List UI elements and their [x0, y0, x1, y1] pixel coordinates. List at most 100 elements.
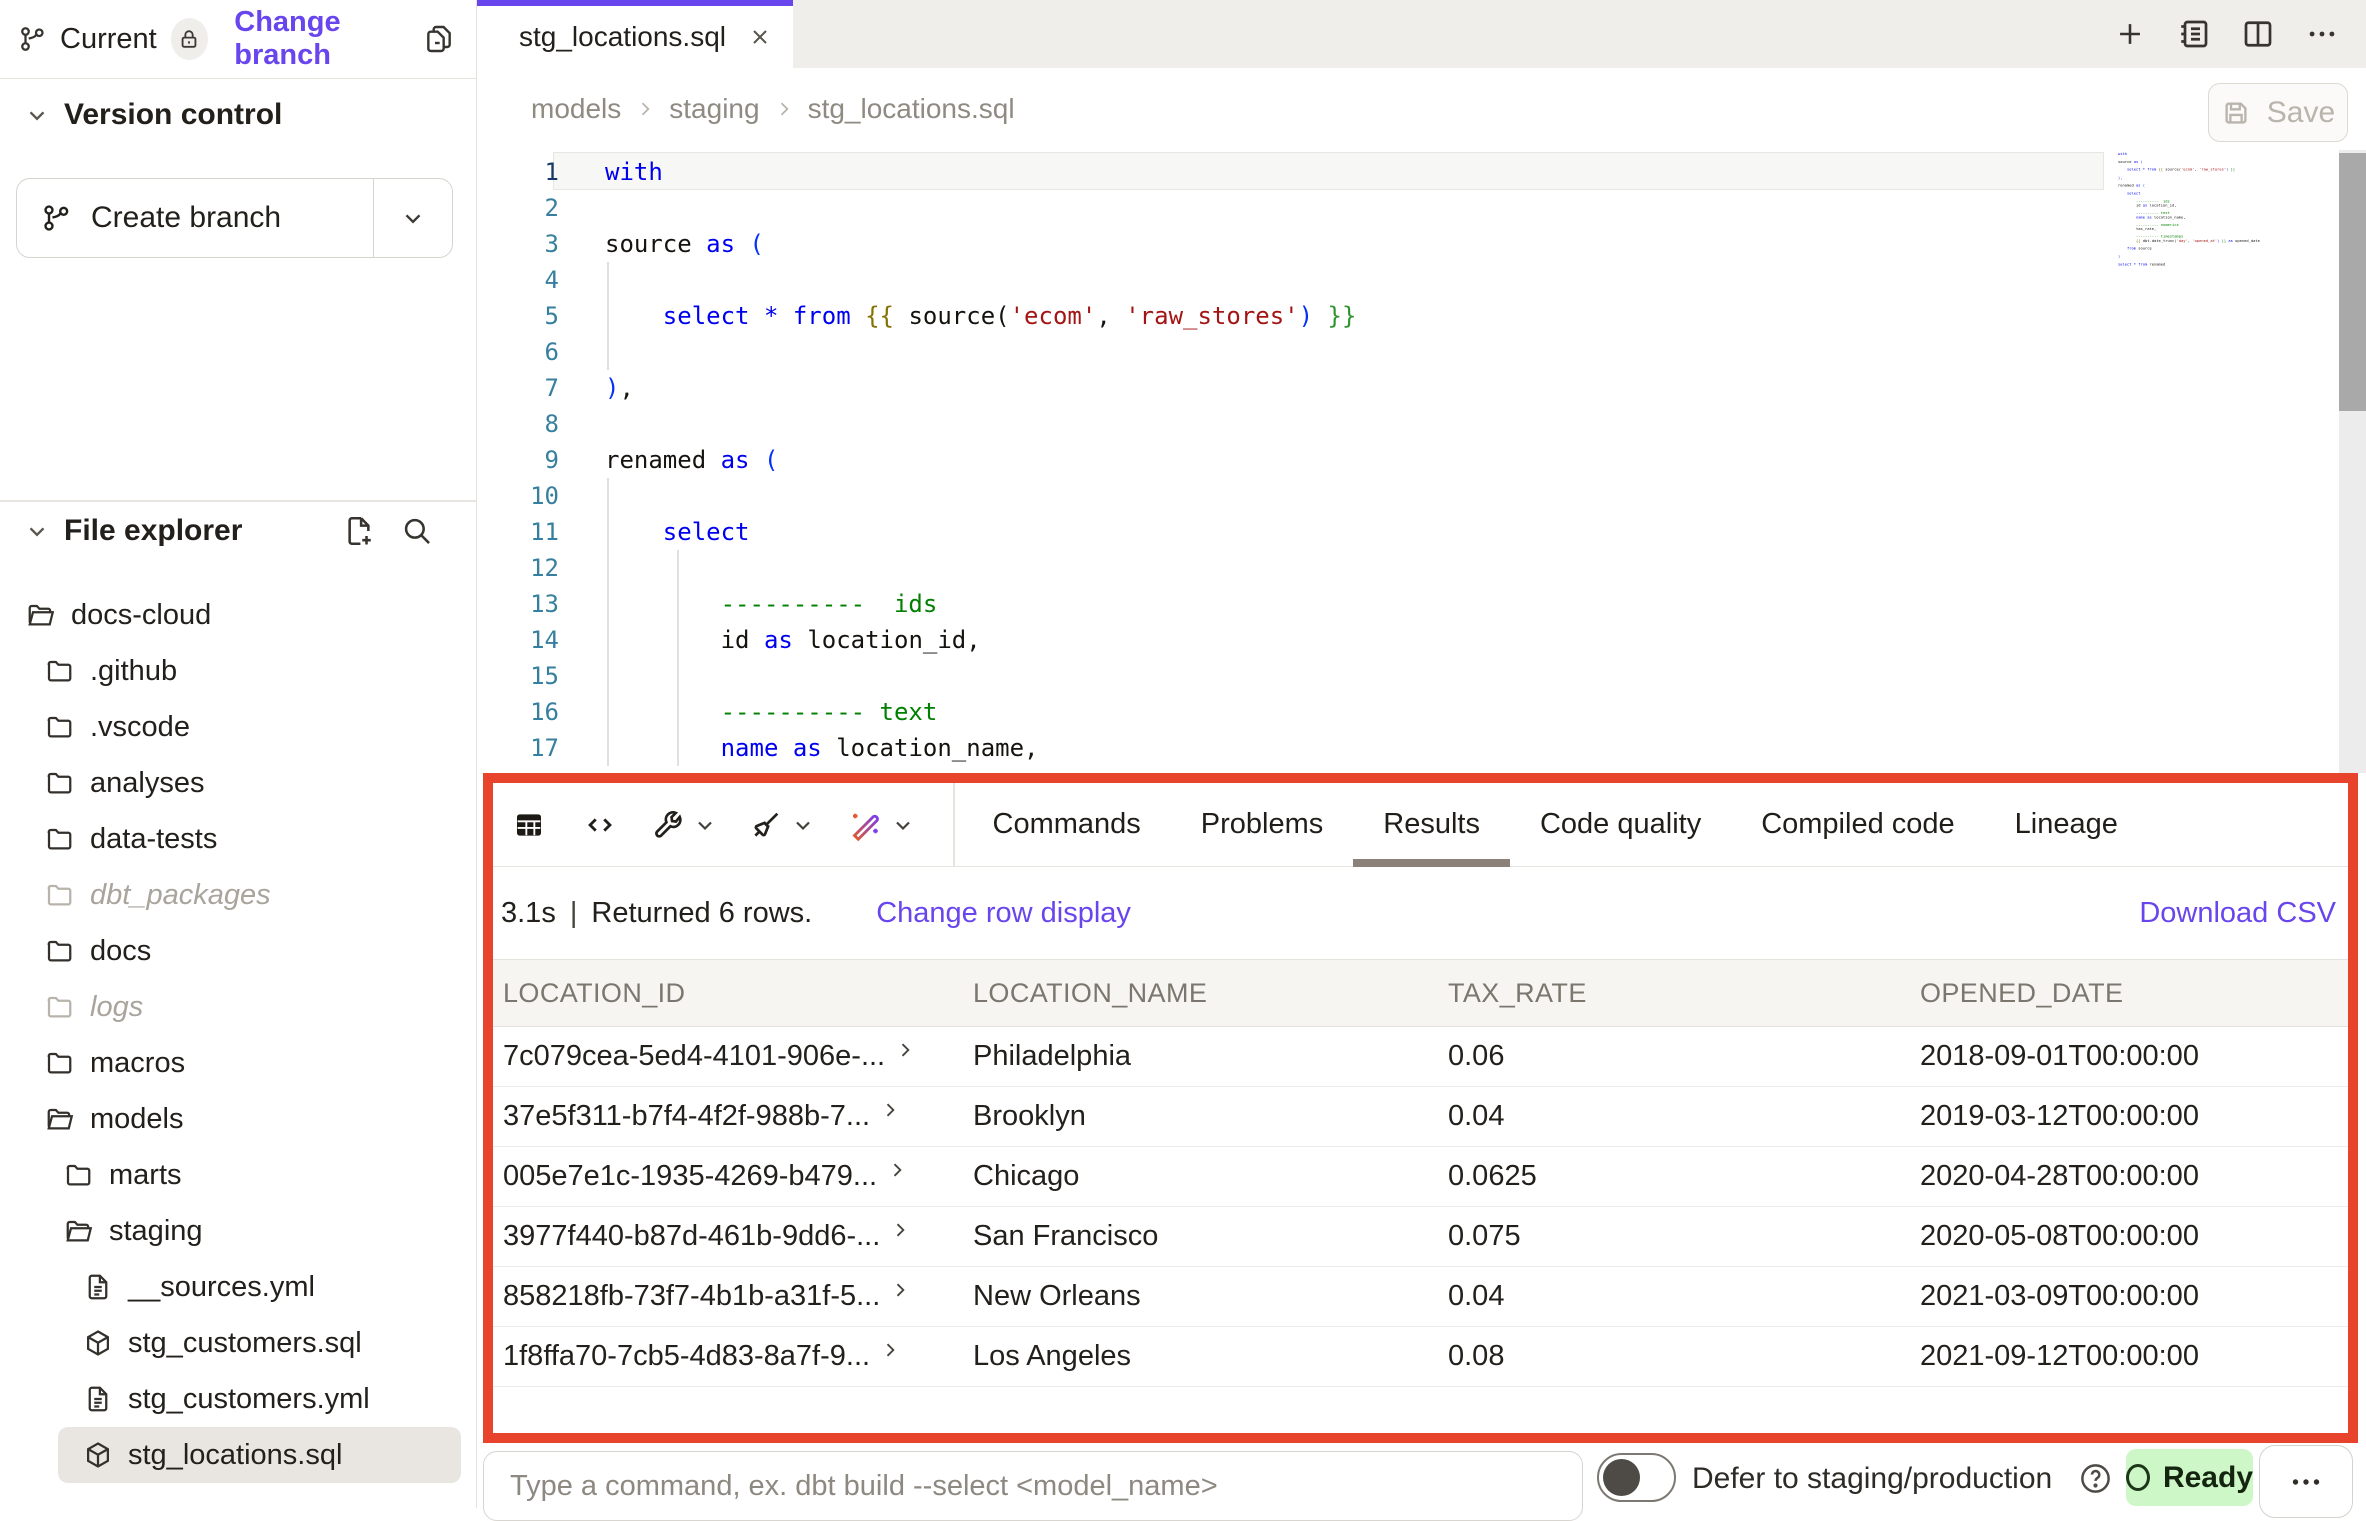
build-wrench-icon[interactable]	[651, 808, 685, 842]
tree-item-.vscode[interactable]: .vscode	[0, 699, 477, 755]
tree-item-logs[interactable]: logs	[0, 979, 477, 1035]
minimap[interactable]: with source as ( select * from {{ source…	[2118, 152, 2353, 412]
defer-toggle[interactable]	[1597, 1453, 1676, 1502]
info-separator: |	[570, 897, 578, 930]
expand-cell-icon[interactable]	[895, 1040, 915, 1060]
folder-icon	[45, 936, 75, 966]
cell-opened_date: 2020-04-28T00:00:00	[1920, 1160, 2348, 1193]
file-icon	[83, 1272, 113, 1302]
column-header-opened_date[interactable]: OPENED_DATE	[1920, 978, 2348, 1009]
column-header-tax_rate[interactable]: TAX_RATE	[1448, 978, 1920, 1009]
format-broom-icon[interactable]	[749, 808, 783, 842]
table-row[interactable]: 7c079cea-5ed4-4101-906e-...Philadelphia0…	[493, 1027, 2348, 1087]
help-icon[interactable]	[2078, 1461, 2113, 1496]
expand-cell-icon[interactable]	[890, 1220, 910, 1240]
tree-item-docs[interactable]: docs	[0, 923, 477, 979]
code-line: ),	[605, 370, 2085, 406]
tree-item-label: __sources.yml	[128, 1271, 315, 1304]
tree-item-macros[interactable]: macros	[0, 1035, 477, 1091]
cell-tax_rate: 0.06	[1448, 1040, 1920, 1073]
tree-item-label: .vscode	[90, 711, 190, 744]
table-row[interactable]: 3977f440-b87d-461b-9dd6-...San Francisco…	[493, 1207, 2348, 1267]
panel-tab-code-quality[interactable]: Code quality	[1510, 783, 1731, 867]
expand-cell-icon[interactable]	[890, 1280, 910, 1300]
tree-item-stg_locations.sql[interactable]: stg_locations.sql	[58, 1427, 461, 1483]
tree-item-models[interactable]: models	[0, 1091, 477, 1147]
breadcrumb-item[interactable]: models	[531, 93, 621, 125]
table-row[interactable]: 1f8ffa70-7cb5-4d83-8a7f-9...Los Angeles0…	[493, 1327, 2348, 1387]
table-row[interactable]: 858218fb-73f7-4b1b-a31f-5...New Orleans0…	[493, 1267, 2348, 1327]
code-content[interactable]: with source as ( select * from {{ source…	[605, 154, 2085, 766]
tree-item-stg_customers.yml[interactable]: stg_customers.yml	[0, 1371, 477, 1427]
tree-item-staging[interactable]: staging	[0, 1203, 477, 1259]
copy-icon[interactable]	[423, 23, 455, 55]
expand-cell-icon[interactable]	[887, 1160, 907, 1180]
tree-item-.github[interactable]: .github	[0, 643, 477, 699]
panel-tab-commands[interactable]: Commands	[963, 783, 1171, 867]
command-input[interactable]	[483, 1451, 1583, 1521]
search-icon[interactable]	[400, 514, 434, 548]
file-explorer-section[interactable]: File explorer	[24, 514, 454, 548]
git-branch-icon	[18, 24, 48, 54]
more-options-icon[interactable]	[2302, 14, 2342, 54]
change-row-display-link[interactable]: Change row display	[876, 897, 1131, 930]
compile-code-icon[interactable]	[583, 808, 617, 842]
row-summary: Returned 6 rows.	[591, 897, 812, 930]
table-row[interactable]: 005e7e1c-1935-4269-b479...Chicago0.06252…	[493, 1147, 2348, 1207]
cell-tax_rate: 0.08	[1448, 1340, 1920, 1373]
tree-item-marts[interactable]: marts	[0, 1147, 477, 1203]
column-header-location_name[interactable]: LOCATION_NAME	[973, 978, 1448, 1009]
tree-item-__sources.yml[interactable]: __sources.yml	[0, 1259, 477, 1315]
folder-open-icon	[64, 1216, 94, 1246]
create-branch-dropdown[interactable]	[373, 179, 452, 257]
tree-item-dbt_packages[interactable]: dbt_packages	[0, 867, 477, 923]
panel-tab-results[interactable]: Results	[1353, 783, 1510, 867]
new-tab-icon[interactable]	[2110, 14, 2150, 54]
chevron-down-icon[interactable]	[693, 813, 717, 837]
panel-tab-problems[interactable]: Problems	[1171, 783, 1354, 867]
code-line	[605, 262, 2085, 298]
table-row[interactable]: 37e5f311-b7f4-4f2f-988b-7...Brooklyn0.04…	[493, 1087, 2348, 1147]
code-editor[interactable]: 1234567891011121314151617 with source as…	[477, 150, 2366, 773]
expand-cell-icon[interactable]	[880, 1100, 900, 1120]
chevron-down-icon[interactable]	[891, 813, 915, 837]
create-branch-button[interactable]: Create branch	[16, 178, 453, 258]
line-number: 14	[477, 622, 559, 658]
tree-item-data-tests[interactable]: data-tests	[0, 811, 477, 867]
editor-scrollbar[interactable]	[2339, 150, 2366, 773]
new-file-icon[interactable]	[342, 514, 376, 548]
results-table-body: 7c079cea-5ed4-4101-906e-...Philadelphia0…	[493, 1027, 2348, 1387]
panel-tab-lineage[interactable]: Lineage	[1985, 783, 2148, 867]
cell-opened_date: 2020-05-08T00:00:00	[1920, 1220, 2348, 1253]
results-table-header: LOCATION_IDLOCATION_NAMETAX_RATEOPENED_D…	[493, 959, 2348, 1027]
cell-location_id: 37e5f311-b7f4-4f2f-988b-7...	[503, 1100, 973, 1133]
tab-title: stg_locations.sql	[519, 21, 726, 53]
chevron-down-icon	[24, 102, 50, 128]
cell-location_id: 005e7e1c-1935-4269-b479...	[503, 1160, 973, 1193]
split-editor-icon[interactable]	[2238, 14, 2278, 54]
save-button[interactable]: Save	[2208, 83, 2348, 142]
panel-tab-compiled-code[interactable]: Compiled code	[1731, 783, 1984, 867]
tree-item-docs-cloud[interactable]: docs-cloud	[0, 587, 477, 643]
status-more-button[interactable]	[2259, 1445, 2353, 1518]
change-branch-link[interactable]: Change branch	[234, 6, 423, 72]
expand-cell-icon[interactable]	[880, 1340, 900, 1360]
tree-item-analyses[interactable]: analyses	[0, 755, 477, 811]
close-tab-icon[interactable]	[748, 25, 772, 49]
editor-scrollbar-thumb[interactable]	[2339, 153, 2366, 411]
code-line: renamed as (	[605, 442, 2085, 478]
ai-fix-wand-icon[interactable]	[847, 807, 883, 843]
chevron-down-icon[interactable]	[791, 813, 815, 837]
line-number: 3	[477, 226, 559, 262]
tree-item-stg_customers.sql[interactable]: stg_customers.sql	[0, 1315, 477, 1371]
breadcrumb-item[interactable]: stg_locations.sql	[808, 93, 1015, 125]
preview-table-icon[interactable]	[513, 809, 545, 841]
version-control-section[interactable]: Version control	[24, 98, 282, 132]
ide-status-ready[interactable]: Ready	[2126, 1449, 2253, 1506]
download-csv-link[interactable]: Download CSV	[2139, 897, 2336, 930]
format-layout-icon[interactable]	[2174, 14, 2214, 54]
breadcrumb-item[interactable]: staging	[669, 93, 759, 125]
tab-stg-locations[interactable]: stg_locations.sql	[477, 0, 793, 68]
folder-icon	[45, 712, 75, 742]
column-header-location_id[interactable]: LOCATION_ID	[503, 978, 973, 1009]
